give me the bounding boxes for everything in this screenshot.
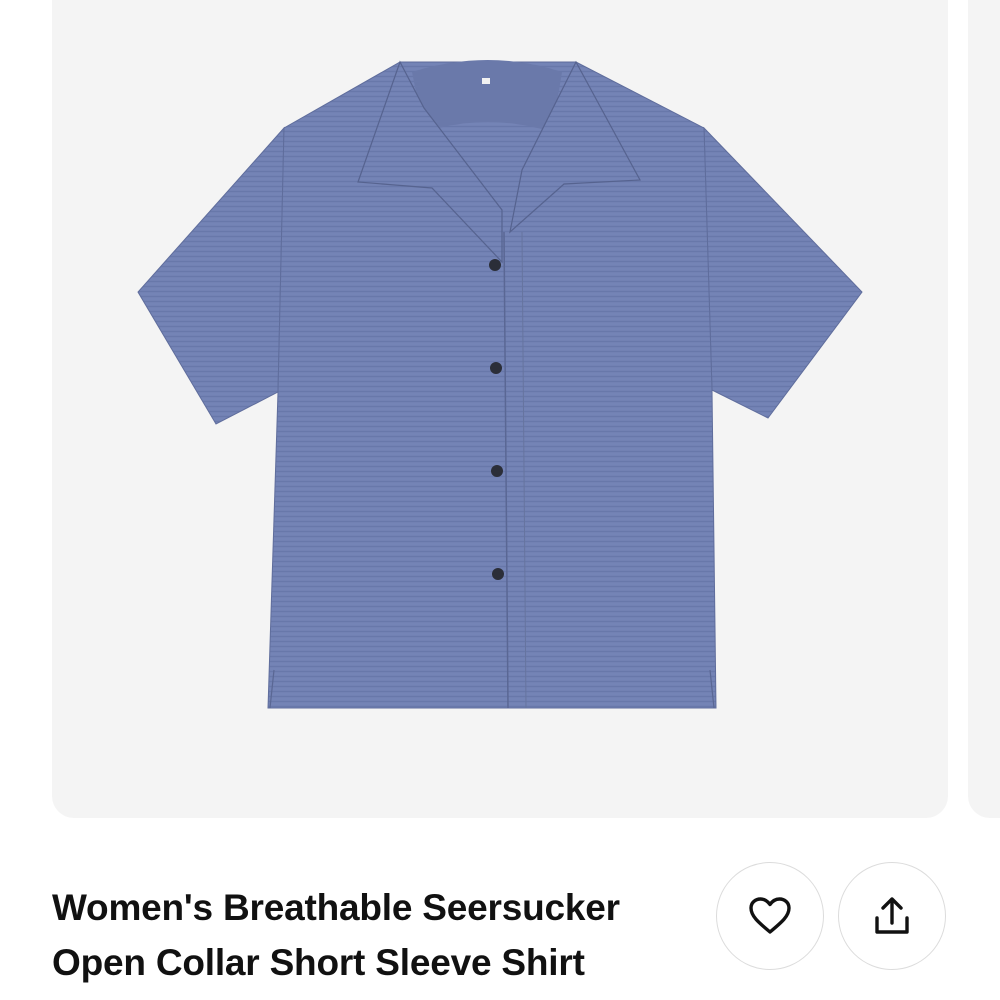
product-image-card[interactable]: [52, 0, 948, 818]
next-image-card-peek[interactable]: [968, 0, 1000, 818]
share-button[interactable]: [838, 862, 946, 970]
share-upload-icon: [875, 897, 909, 934]
product-image-shirt: [137, 60, 863, 709]
heart-icon: [749, 897, 791, 934]
favorite-button[interactable]: [716, 862, 824, 970]
product-title: Women's Breathable Seersucker Open Colla…: [52, 887, 620, 983]
